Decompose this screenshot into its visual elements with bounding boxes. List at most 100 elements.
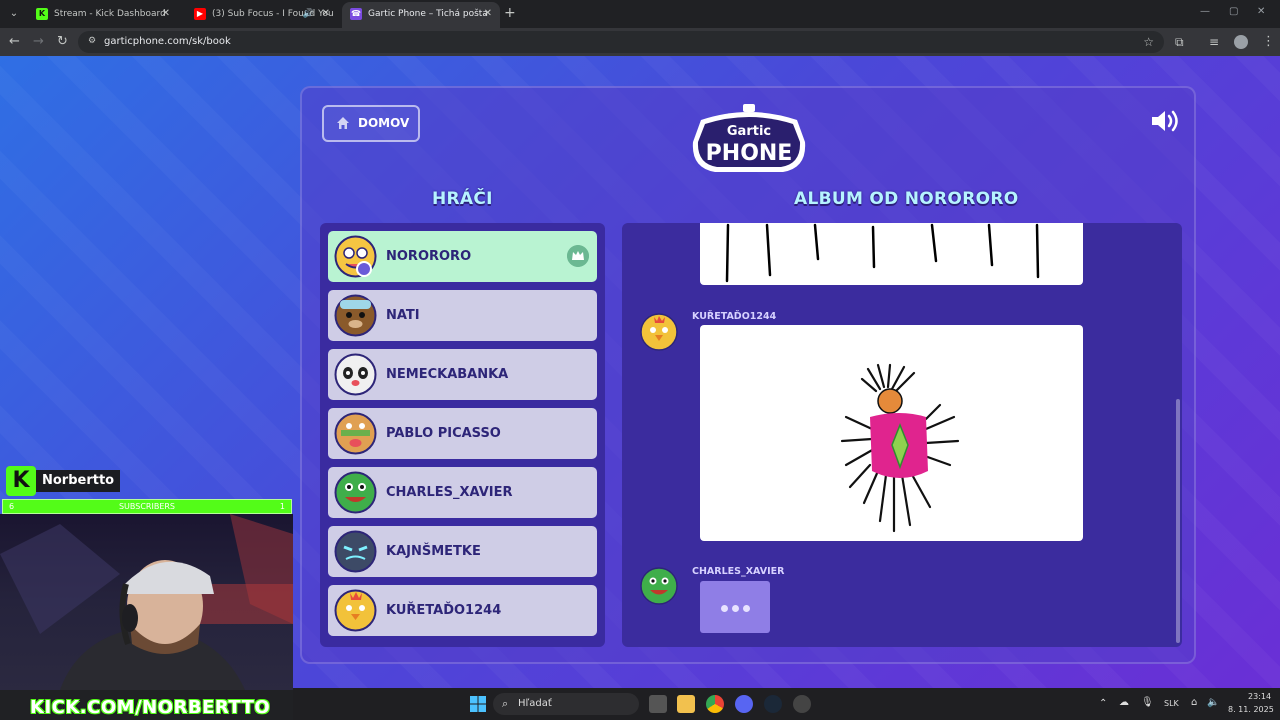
bookmark-star-icon[interactable]: ☆ (1143, 31, 1154, 53)
subscriber-goal-bar: 6 SUBSCRIBERS 1 (2, 499, 292, 514)
maximize-icon[interactable]: ▢ (1229, 6, 1238, 17)
menu-kebab-icon[interactable]: ⋮ (1262, 33, 1275, 51)
players-list: NORORORO NATI NEMECKABANKA PABLO PICASSO… (320, 223, 605, 647)
player-name: CHARLES_XAVIER (386, 485, 513, 500)
file-explorer-icon[interactable] (677, 695, 695, 713)
players-title: HRÁČI (432, 189, 493, 209)
logo-top-text: Gartic (727, 124, 771, 139)
search-placeholder: Hľadať (518, 698, 552, 709)
typing-dot (743, 605, 750, 612)
album-panel[interactable]: KUŘETAĎO1244 CHARLES_XAVIER (622, 223, 1182, 647)
gartic-favicon-icon: ☎ (350, 8, 362, 20)
kick-logo-icon: K (6, 466, 36, 496)
sub-goal-left: 6 (9, 502, 15, 511)
windows-taskbar: ⌕ Hľadať ⌃ ☁ 🎙 SLK ⌂ 🔈 23:14 8. 11. 2025 (293, 688, 1280, 720)
task-view-icon[interactable] (649, 695, 667, 713)
speaker-tab-icon[interactable]: 🔊 (303, 2, 314, 26)
game-panel: DOMOV Gartic PHONE HRÁČI ALBUM OD NORORO… (300, 86, 1196, 664)
microphone-icon[interactable]: 🎙 (1141, 697, 1154, 708)
player-avatar (334, 471, 377, 514)
discord-icon[interactable] (735, 695, 753, 713)
drawing-canvas-previous (700, 223, 1083, 285)
player-row[interactable]: NATI (328, 290, 597, 341)
sub-goal-right: 1 (279, 502, 285, 511)
obs-icon[interactable] (793, 695, 811, 713)
player-row[interactable]: KAJNŠMETKE (328, 526, 597, 577)
navigation-bar: ← → ↻ ⚙ garticphone.com/sk/book ☆ ⧉ ≡ ⋮ (0, 28, 1280, 56)
tray-expand-icon[interactable]: ⌃ (1099, 698, 1107, 709)
entry-author-name: KUŘETAĎO1244 (692, 311, 777, 322)
webcam-feed (0, 514, 293, 690)
back-icon[interactable]: ← (9, 33, 20, 51)
player-row[interactable]: PABLO PICASSO (328, 408, 597, 459)
tab-gartic-phone[interactable]: ☎ Gartic Phone – Tichá pošta ✕ (342, 2, 500, 28)
close-tab-icon[interactable]: ✕ (162, 2, 170, 26)
player-avatar (334, 530, 377, 573)
clock-time[interactable]: 23:14 (1248, 692, 1271, 701)
streamer-name: Norbertto (36, 470, 121, 492)
extensions-icon[interactable]: ⧉ (1175, 33, 1184, 51)
home-button-label: DOMOV (358, 116, 410, 130)
language-indicator[interactable]: SLK (1164, 699, 1179, 708)
site-info-icon[interactable]: ⚙ (88, 36, 96, 46)
sub-goal-label: SUBSCRIBERS (118, 502, 176, 511)
tab-strip: ⌄ K Stream - Kick Dashboard ✕ ▶ (3) Sub … (0, 0, 1280, 28)
player-avatar (334, 589, 377, 632)
player-avatar (334, 412, 377, 455)
player-name: NATI (386, 308, 420, 323)
chrome-icon[interactable] (706, 695, 724, 713)
reload-icon[interactable]: ↻ (57, 33, 68, 51)
tab-search-icon[interactable]: ⌄ (6, 6, 22, 22)
typing-dot (732, 605, 739, 612)
clock-date[interactable]: 8. 11. 2025 (1228, 705, 1274, 714)
media-control-icon[interactable]: ≡ (1209, 33, 1219, 51)
typing-indicator (700, 581, 770, 633)
player-name: NORORORO (386, 249, 472, 264)
crown-icon (567, 245, 589, 267)
volume-icon[interactable]: 🔈 (1207, 697, 1219, 708)
tab-kick-dashboard[interactable]: K Stream - Kick Dashboard ✕ (28, 2, 178, 28)
player-avatar (334, 353, 377, 396)
tab-title: Stream - Kick Dashboard (54, 9, 166, 19)
user-badge-icon (356, 261, 372, 277)
forward-icon[interactable]: → (33, 33, 44, 51)
steam-icon[interactable] (764, 695, 782, 713)
drawing-canvas (700, 325, 1083, 541)
logo-bottom-text: PHONE (706, 141, 793, 166)
player-row[interactable]: NORORORO (328, 231, 597, 282)
tab-title: Gartic Phone – Tichá pošta (368, 9, 488, 19)
minimize-icon[interactable]: — (1200, 6, 1210, 17)
player-row[interactable]: KUŘETAĎO1244 (328, 585, 597, 636)
player-name: NEMECKABANKA (386, 367, 509, 382)
player-row[interactable]: NEMECKABANKA (328, 349, 597, 400)
house-icon (337, 117, 349, 129)
speaker-icon[interactable] (1150, 108, 1182, 134)
player-avatar (334, 294, 377, 337)
player-name: PABLO PICASSO (386, 426, 501, 441)
album-scrollbar[interactable] (1176, 399, 1180, 643)
profile-avatar[interactable] (1234, 35, 1248, 49)
address-bar[interactable]: ⚙ garticphone.com/sk/book ☆ (78, 31, 1164, 53)
close-tab-icon[interactable]: ✕ (484, 2, 492, 26)
player-name: KAJNŠMETKE (386, 544, 481, 559)
album-title: ALBUM OD NORORORO (794, 189, 1019, 209)
youtube-favicon-icon: ▶ (194, 8, 206, 20)
close-window-icon[interactable]: ✕ (1257, 6, 1265, 17)
cloud-icon[interactable]: ☁ (1119, 697, 1129, 708)
entry-author-avatar (640, 567, 678, 605)
taskbar-search[interactable]: ⌕ Hľadať (493, 693, 639, 715)
kick-channel-url: KICK.COM/NORBERTTO (30, 697, 271, 718)
tab-youtube[interactable]: ▶ (3) Sub Focus - I Found You 🔊 ✕ (186, 2, 338, 28)
player-row[interactable]: CHARLES_XAVIER (328, 467, 597, 518)
webcam-image (0, 514, 293, 690)
home-button[interactable]: DOMOV (322, 105, 420, 142)
url-text[interactable]: garticphone.com/sk/book (104, 31, 231, 53)
close-tab-icon[interactable]: ✕ (322, 2, 330, 26)
network-icon[interactable]: ⌂ (1191, 697, 1197, 708)
entry-author-name: CHARLES_XAVIER (692, 566, 785, 577)
windows-start-icon[interactable] (469, 695, 487, 713)
new-tab-icon[interactable]: + (504, 4, 516, 22)
entry-author-avatar (640, 313, 678, 351)
player-name: KUŘETAĎO1244 (386, 603, 502, 618)
gartic-phone-logo: Gartic PHONE (692, 104, 806, 172)
